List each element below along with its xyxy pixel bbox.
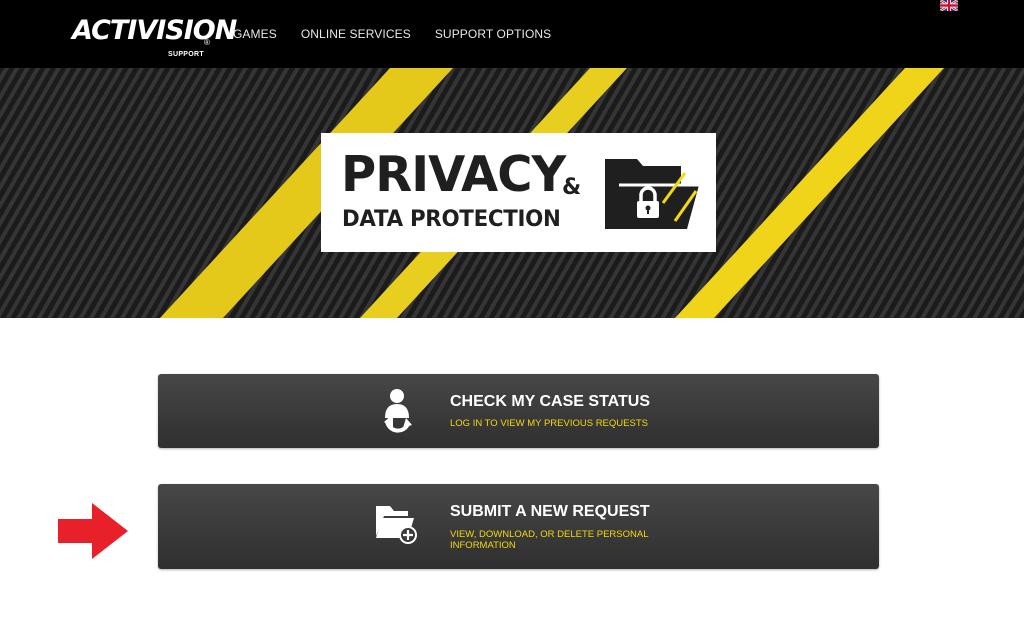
- logo-wordmark: ACTIVISION: [72, 15, 237, 46]
- red-arrow-icon: [58, 503, 128, 559]
- logo-support-label: SUPPORT: [168, 51, 204, 58]
- user-refresh-icon: [384, 389, 412, 433]
- submit-new-request-button[interactable]: SUBMIT A NEW REQUEST VIEW, DOWNLOAD, OR …: [158, 484, 879, 569]
- submit-new-request-title: SUBMIT A NEW REQUEST: [450, 503, 650, 520]
- hero-title: PRIVACY: [341, 146, 566, 203]
- logo-registered-mark: ®: [204, 38, 210, 47]
- hero-ampersand: &: [562, 175, 582, 200]
- check-case-status-title: CHECK MY CASE STATUS: [450, 393, 651, 410]
- uk-flag-icon[interactable]: [940, 0, 958, 11]
- hero-banner: PRIVACY & DATA PROTECTION: [0, 68, 1024, 318]
- nav-link-support-options[interactable]: SUPPORT OPTIONS: [435, 27, 551, 41]
- folder-lock-icon: [605, 159, 699, 229]
- activision-logo[interactable]: ACTIVISION ® SUPPORT: [72, 14, 237, 60]
- folder-add-icon: [376, 506, 417, 544]
- nav-link-online-services[interactable]: ONLINE SERVICES: [301, 27, 411, 41]
- top-nav: ACTIVISION ® SUPPORT GAMES ONLINE SERVIC…: [0, 0, 1024, 68]
- nav-links: GAMES ONLINE SERVICES SUPPORT OPTIONS: [233, 0, 551, 68]
- nav-link-games[interactable]: GAMES: [233, 27, 277, 41]
- submit-new-request-subtitle: VIEW, DOWNLOAD, OR DELETE PERSONAL INFOR…: [450, 529, 649, 551]
- check-case-status-button[interactable]: CHECK MY CASE STATUS LOG IN TO VIEW MY P…: [158, 374, 879, 448]
- hero-subtitle: DATA PROTECTION: [342, 207, 561, 232]
- check-case-status-subtitle: LOG IN TO VIEW MY PREVIOUS REQUESTS: [450, 418, 648, 429]
- privacy-title-card: PRIVACY & DATA PROTECTION: [321, 133, 716, 252]
